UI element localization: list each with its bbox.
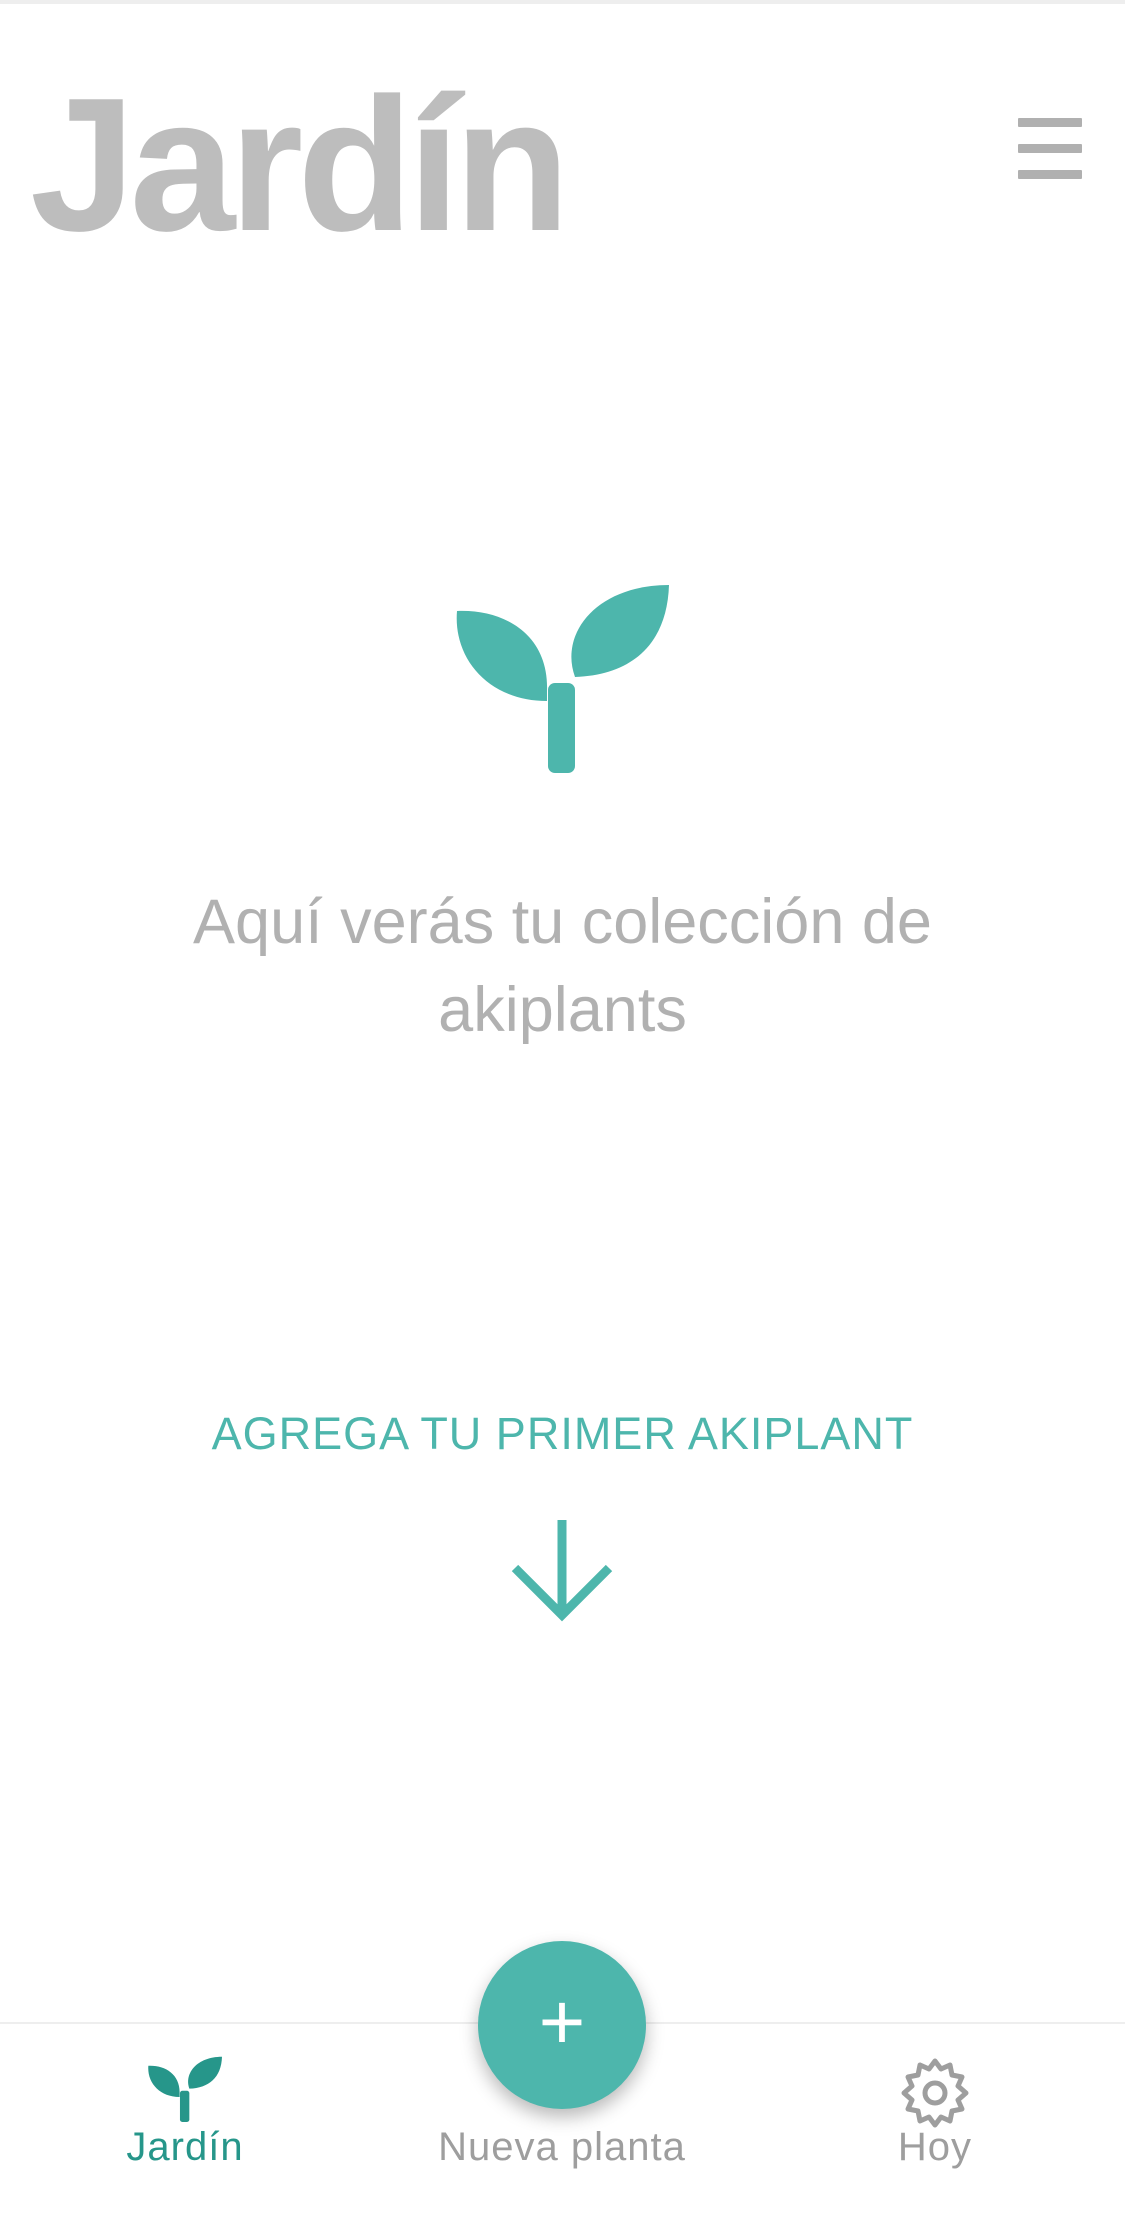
menu-button[interactable]	[1018, 118, 1088, 179]
arrow-down-icon	[511, 1520, 613, 1622]
gear-icon	[901, 2058, 969, 2128]
tab-today-label: Hoy	[897, 2125, 973, 2169]
tab-new-plant-label: Nueva planta	[438, 2125, 686, 2169]
sprout-icon	[148, 2056, 222, 2122]
tab-today[interactable]: Hoy	[770, 2024, 1100, 2236]
tab-garden-label: Jardín	[126, 2125, 244, 2169]
page-title: Jardín	[30, 59, 570, 271]
sprout-icon	[456, 585, 669, 773]
add-first-plant-hint: AGREGA TU PRIMER AKIPLANT	[211, 1408, 914, 1459]
top-divider	[0, 0, 1125, 4]
plus-icon: +	[538, 1977, 586, 2066]
add-plant-button[interactable]: +	[478, 1941, 646, 2109]
tab-garden[interactable]: Jardín	[20, 2024, 350, 2236]
hamburger-menu-icon	[1018, 118, 1088, 179]
empty-state-message: Aquí verás tu colección de akiplants	[193, 887, 932, 1045]
